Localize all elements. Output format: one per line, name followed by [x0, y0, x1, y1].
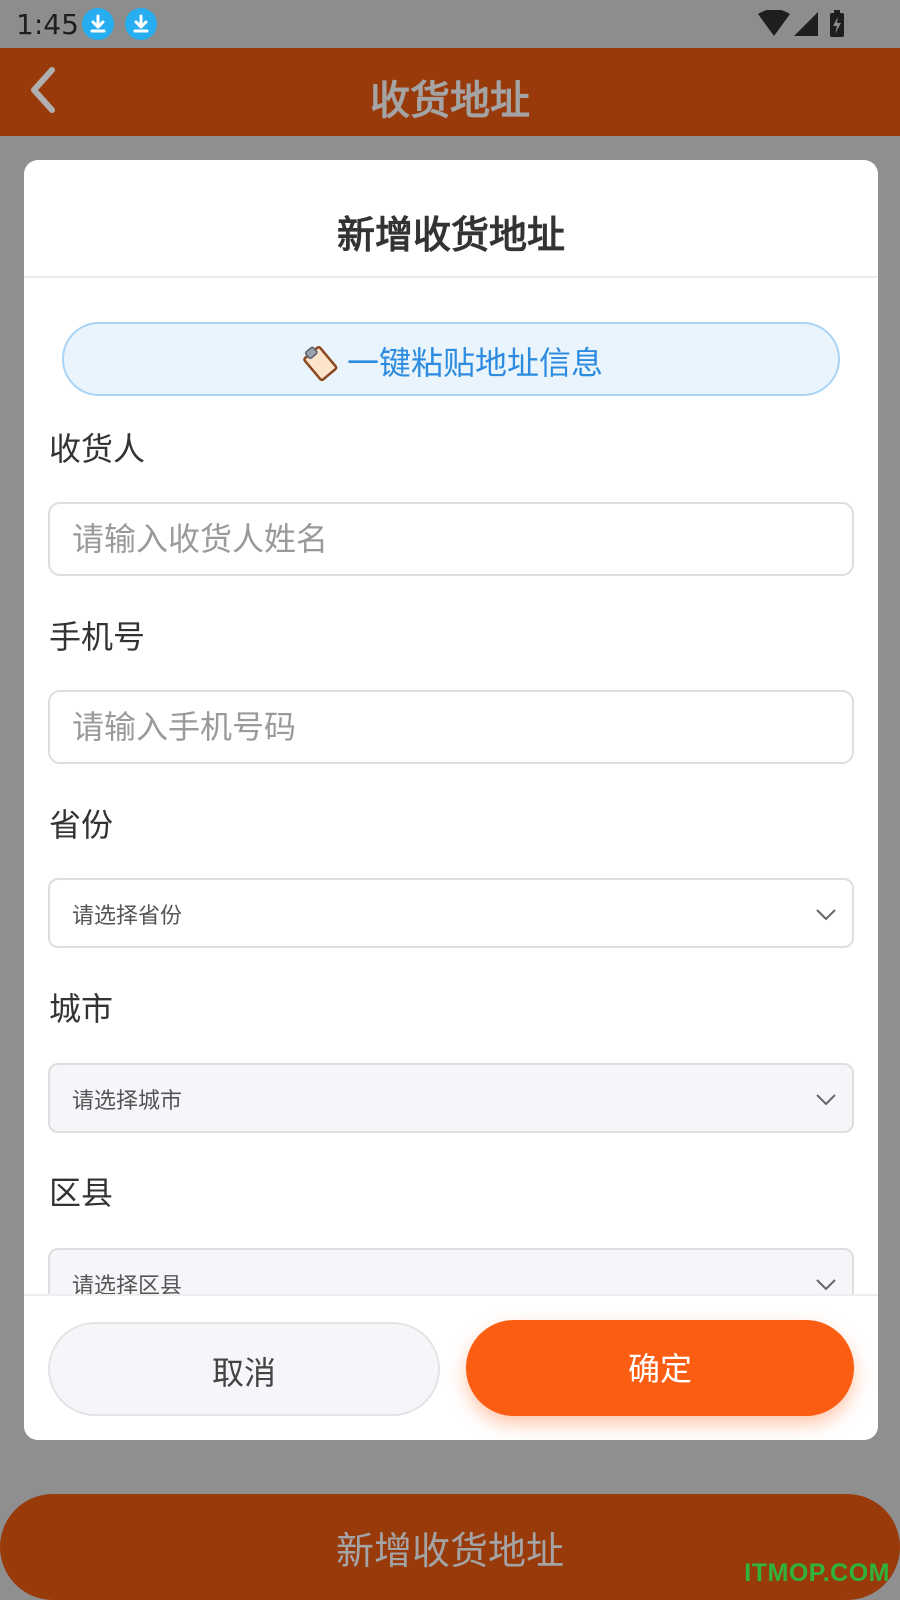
divider: [24, 1294, 878, 1296]
cancel-button[interactable]: 取消: [48, 1322, 440, 1416]
app-header: 收货地址: [0, 48, 900, 136]
city-select-value: 请选择城市: [72, 1089, 183, 1114]
chevron-down-icon: [816, 1094, 836, 1106]
province-select-value: 请选择省份: [72, 904, 183, 929]
system-status-icons: [758, 10, 844, 37]
paste-address-label: 一键粘贴地址信息: [346, 344, 603, 382]
status-bar: 1:45: [0, 0, 900, 48]
clipboard-icon: [303, 345, 338, 382]
status-time: 1:45: [16, 8, 79, 41]
recipient-name-input[interactable]: [48, 502, 854, 576]
divider: [24, 276, 878, 278]
paste-address-button[interactable]: 一键粘贴地址信息: [62, 322, 840, 396]
download-icon: [125, 8, 157, 40]
download-icon: [82, 8, 114, 40]
phone-label: 手机号: [49, 618, 146, 656]
city-label: 城市: [49, 990, 114, 1028]
signal-icon: [794, 12, 818, 36]
province-label: 省份: [49, 806, 114, 844]
chevron-down-icon: [816, 909, 836, 921]
page-title: 收货地址: [370, 78, 530, 124]
add-address-dialog: 新增收货地址 一键粘贴地址信息 收货人 手机号 省份 请选择省份 城市 请选择城…: [24, 160, 878, 1440]
watermark: ITMOP.COM: [744, 1559, 890, 1587]
recipient-label: 收货人: [49, 430, 146, 468]
district-label: 区县: [49, 1174, 114, 1212]
wifi-icon: [758, 10, 790, 36]
province-select[interactable]: 请选择省份: [48, 878, 854, 948]
confirm-button[interactable]: 确定: [466, 1320, 854, 1416]
cancel-button-label: 取消: [211, 1354, 276, 1392]
battery-charging-icon: [830, 10, 844, 37]
city-select[interactable]: 请选择城市: [48, 1063, 854, 1133]
phone-input[interactable]: [48, 690, 854, 764]
chevron-down-icon: [816, 1279, 836, 1291]
confirm-button-label: 确定: [627, 1350, 692, 1388]
dialog-title: 新增收货地址: [336, 213, 565, 257]
